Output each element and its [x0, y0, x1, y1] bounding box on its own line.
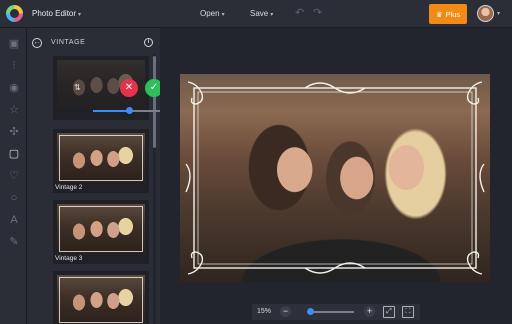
top-bar: Photo Editor ▾ Open ▾ Save ▾ ↶ ↷ ♛ Plus ▾ [0, 0, 512, 28]
canvas-area: 15% − + ⤢ ⛶ [160, 28, 512, 324]
adjust-icon[interactable]: ⫶ [8, 60, 20, 72]
image-icon[interactable]: ▣ [8, 38, 20, 50]
intensity-slider-handle[interactable] [126, 107, 133, 114]
photo-canvas[interactable] [180, 74, 490, 282]
plus-label: Plus [445, 9, 461, 19]
intensity-slider-fill [93, 110, 129, 112]
fit-screen-icon[interactable]: ⤢ [383, 306, 395, 318]
chevron-down-icon: ▾ [221, 12, 225, 18]
frame-thumbnail[interactable] [53, 271, 149, 324]
frame-outline [59, 206, 143, 252]
actual-size-icon[interactable]: ⛶ [402, 306, 414, 318]
open-menu[interactable]: Open ▾ [200, 9, 225, 18]
zoom-slider-handle[interactable] [307, 308, 315, 315]
vintage-frame-overlay [185, 81, 485, 275]
frame-thumbnail[interactable]: Vintage 3 [53, 200, 149, 264]
edit-icon[interactable]: ✎ [8, 236, 20, 248]
redo-icon[interactable]: ↷ [313, 6, 322, 19]
avatar[interactable] [477, 5, 494, 22]
eye-icon[interactable]: ◉ [8, 82, 20, 94]
heart-icon[interactable]: ♡ [8, 170, 20, 182]
chevron-down-icon: ▾ [78, 12, 82, 18]
info-icon[interactable]: i [144, 38, 153, 47]
zoom-value: 15% [257, 308, 272, 315]
photo-editor-app: Photo Editor ▾ Open ▾ Save ▾ ↶ ↷ ♛ Plus ▾ ▣… [0, 0, 512, 324]
zoom-out-button[interactable]: − [280, 306, 291, 317]
panel-title: VINTAGE [51, 39, 86, 46]
chevron-down-icon[interactable]: ▾ [497, 10, 500, 17]
open-label: Open [200, 9, 220, 18]
shape-icon[interactable]: ✣ [8, 126, 20, 138]
save-label: Save [250, 9, 269, 18]
frame-outline [59, 135, 143, 181]
zoom-slider[interactable] [308, 311, 354, 313]
sliders-icon[interactable]: ⇅ [74, 83, 81, 92]
frame-icon[interactable]: ▢ [8, 148, 20, 160]
app-title-menu[interactable]: Photo Editor ▾ [32, 9, 81, 18]
frame-thumbnail[interactable]: Vintage 2 [53, 129, 149, 193]
cancel-button[interactable]: ✕ [120, 79, 138, 97]
text-icon[interactable]: A [8, 214, 20, 226]
zoom-in-button[interactable]: + [364, 306, 375, 317]
circle-icon[interactable]: ○ [8, 192, 20, 204]
plus-button[interactable]: ♛ Plus [429, 4, 467, 24]
undo-icon[interactable]: ↶ [295, 6, 304, 19]
back-arrow-icon[interactable]: ← [32, 38, 42, 48]
crown-icon: ♛ [435, 9, 443, 19]
panel-scroll-thumb[interactable] [153, 56, 156, 148]
frames-panel: ← VINTAGE i ⇅ ✕ ✓ Vintage 2 Vintage 3 [27, 28, 165, 324]
zoom-bar: 15% − + ⤢ ⛶ [252, 304, 420, 320]
app-title: Photo Editor [32, 9, 77, 18]
tool-rail: ▣ ⫶ ◉ ☆ ✣ ▢ ♡ ○ A ✎ [0, 28, 27, 324]
thumbnail-label: Vintage 2 [55, 184, 83, 191]
chevron-down-icon: ▾ [270, 12, 274, 18]
save-menu[interactable]: Save ▾ [250, 9, 273, 18]
thumbnail-label: Vintage 3 [55, 255, 83, 262]
frame-outline [59, 277, 143, 323]
star-icon[interactable]: ☆ [8, 104, 20, 116]
app-logo-icon[interactable] [6, 5, 23, 22]
